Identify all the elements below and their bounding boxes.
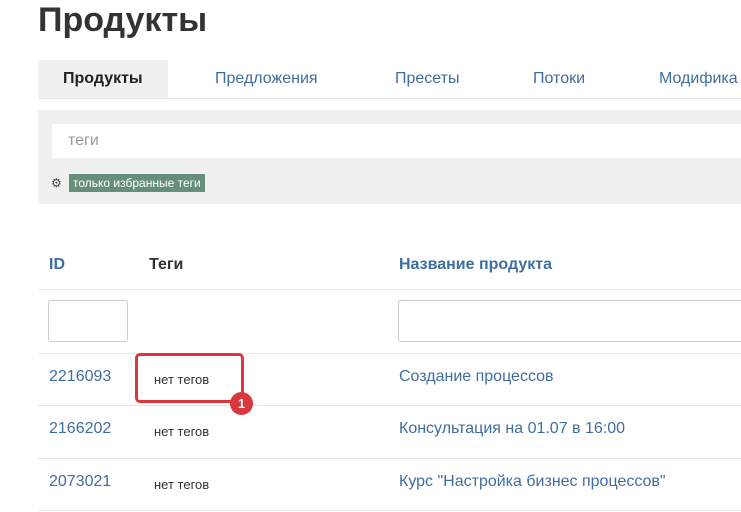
product-name-link[interactable]: Создание процессов xyxy=(399,368,554,386)
tab-products[interactable]: Продукты xyxy=(38,60,168,98)
product-name-link[interactable]: Курс "Настройка бизнес процессов" xyxy=(399,473,666,491)
table-divider xyxy=(38,510,741,511)
tags-search-input[interactable] xyxy=(52,124,741,158)
table-divider xyxy=(38,289,741,290)
page-title: Продукты xyxy=(38,1,208,39)
tab-streams[interactable]: Потоки xyxy=(533,60,585,98)
product-name-link[interactable]: Консультация на 01.07 в 16:00 xyxy=(399,420,625,438)
product-id-link[interactable]: 2166202 xyxy=(49,420,111,438)
highlight-annotation-box xyxy=(135,353,244,403)
products-page: Продукты Продукты Предложения Пресеты По… xyxy=(0,0,741,512)
tab-bar: Продукты Предложения Пресеты Потоки Моди… xyxy=(38,60,741,99)
gear-icon[interactable]: ⚙ xyxy=(51,176,62,190)
tab-presets[interactable]: Пресеты xyxy=(395,60,460,98)
id-filter-input[interactable] xyxy=(48,300,128,342)
column-header-id[interactable]: ID xyxy=(49,256,65,274)
tab-modifications[interactable]: Модифика xyxy=(659,60,738,98)
product-id-link[interactable]: 2216093 xyxy=(49,368,111,386)
name-filter-input[interactable] xyxy=(398,300,741,342)
column-header-tags: Теги xyxy=(149,256,184,273)
table-divider xyxy=(38,458,741,459)
favorite-tags-toggle[interactable]: только избранные теги xyxy=(69,174,205,192)
table-divider xyxy=(38,405,741,406)
product-tags: нет тегов xyxy=(154,477,210,492)
annotation-number-badge: 1 xyxy=(230,392,253,415)
product-tags: нет тегов xyxy=(154,424,210,439)
column-header-name[interactable]: Название продукта xyxy=(399,256,552,274)
product-id-link[interactable]: 2073021 xyxy=(49,473,111,491)
tab-offers[interactable]: Предложения xyxy=(215,60,318,98)
filter-panel: ⚙ только избранные теги xyxy=(38,110,741,204)
